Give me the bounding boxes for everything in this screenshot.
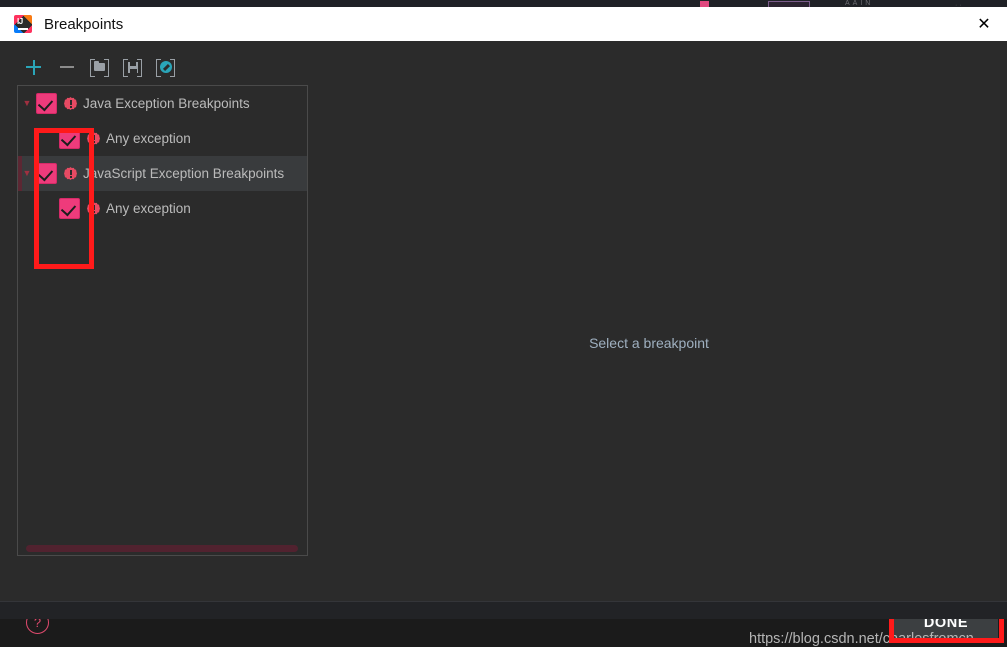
breakpoint-checkbox[interactable] (59, 198, 80, 219)
set-group-button[interactable] (83, 54, 116, 80)
breakpoints-dialog: AAIN ·· IJ Breakpoints ✕ ▼ Java Exceptio… (0, 0, 1007, 647)
background-strip-label: AAIN (845, 0, 874, 7)
breakpoint-checkbox[interactable] (36, 93, 57, 114)
tree-node-label: Any exception (106, 131, 191, 146)
plus-icon (26, 59, 41, 75)
breakpoints-toolbar (17, 54, 182, 80)
detail-placeholder-text: Select a breakpoint (589, 335, 709, 351)
tree-row[interactable]: Any exception (18, 191, 307, 226)
mute-circle-icon (156, 59, 175, 77)
minus-icon (59, 66, 74, 68)
exception-breakpoint-icon (87, 202, 100, 215)
dialog-content: ▼ Java Exception Breakpoints Any excepti… (0, 41, 1007, 647)
save-group-button[interactable] (116, 54, 149, 80)
breakpoint-detail-pane: Select a breakpoint (307, 85, 991, 554)
selected-row-marker (18, 156, 22, 191)
exception-breakpoint-icon (87, 132, 100, 145)
horizontal-scrollbar[interactable] (18, 543, 305, 555)
scrollbar-thumb[interactable] (26, 545, 298, 552)
tree-row[interactable]: ▼ Java Exception Breakpoints (18, 86, 307, 121)
breakpoint-checkbox[interactable] (36, 163, 57, 184)
tree-row[interactable]: ▼ JavaScript Exception Breakpoints (18, 156, 307, 191)
title-bar: IJ Breakpoints ✕ (0, 7, 1007, 41)
tree-node-label: Java Exception Breakpoints (83, 96, 250, 111)
tree-node-label: JavaScript Exception Breakpoints (83, 166, 285, 181)
breakpoint-checkbox[interactable] (59, 128, 80, 149)
window-title: Breakpoints (44, 15, 124, 33)
intellij-idea-logo-icon: IJ (14, 15, 32, 33)
folder-icon (90, 59, 109, 77)
chevron-down-icon[interactable]: ▼ (18, 99, 36, 108)
background-ide-strip: AAIN ·· (0, 0, 1007, 9)
close-icon[interactable]: ✕ (961, 7, 1007, 41)
exception-breakpoint-icon (64, 97, 77, 110)
disk-icon (123, 59, 142, 77)
add-breakpoint-button[interactable] (17, 54, 50, 80)
mute-breakpoints-button[interactable] (149, 54, 182, 80)
breakpoints-tree-panel[interactable]: ▼ Java Exception Breakpoints Any excepti… (17, 85, 308, 556)
bottom-strip (0, 601, 1007, 619)
watermark-text: https://blog.csdn.net/charlesfromcn (749, 631, 974, 647)
remove-breakpoint-button[interactable] (50, 54, 83, 80)
tree-row[interactable]: Any exception (18, 121, 307, 156)
tree-node-label: Any exception (106, 201, 191, 216)
exception-breakpoint-icon (64, 167, 77, 180)
